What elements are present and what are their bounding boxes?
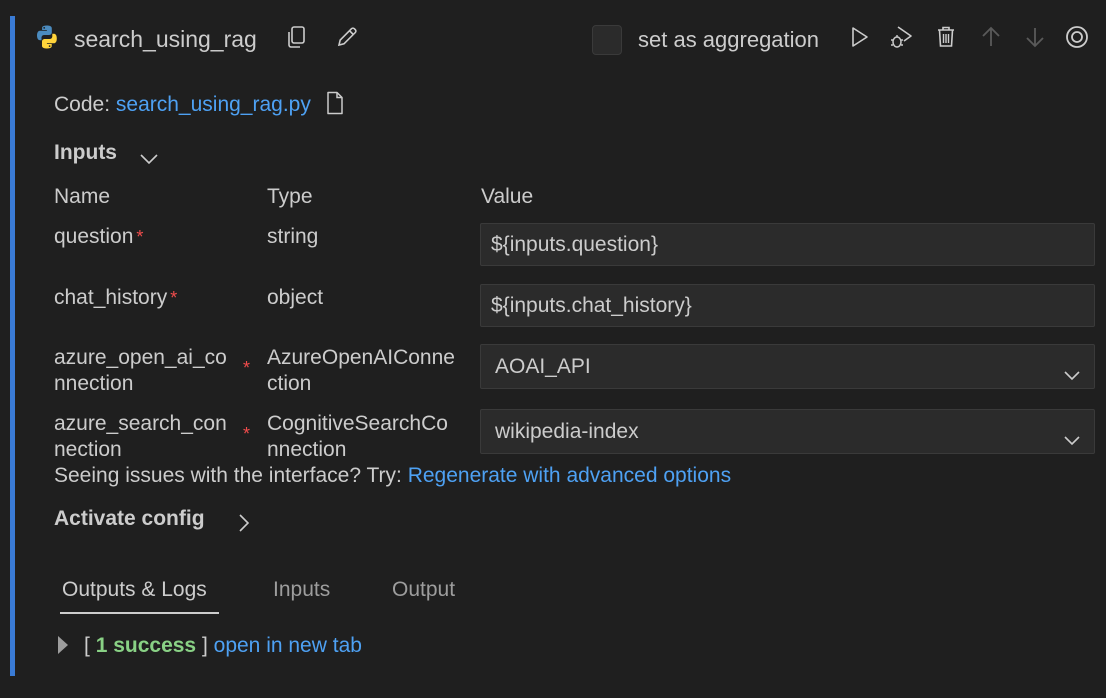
chevron-down-icon[interactable] [138,147,160,169]
azure-search-connection-select[interactable]: wikipedia-index [480,409,1095,454]
question-value-input[interactable]: ${inputs.question} [480,223,1095,266]
move-up-icon[interactable] [978,24,1004,50]
code-label: Code: [54,93,111,116]
input-name-line-1: azure_search_con [54,412,227,435]
code-file-link[interactable]: search_using_rag.py [116,93,311,116]
open-in-new-tab-link[interactable]: open in new tab [214,634,362,657]
aggregation-label: set as aggregation [638,27,820,52]
input-name-line-2: nnection [54,372,134,395]
file-icon[interactable] [325,91,345,115]
column-header-name: Name [54,185,111,208]
debug-run-icon[interactable] [889,24,915,50]
select-value: wikipedia-index [495,420,639,443]
activate-config-title[interactable]: Activate config [54,507,205,531]
copy-icon[interactable] [284,24,310,50]
input-type-line-2: ction [267,372,312,395]
input-type-line-1: CognitiveSearchCo [267,412,448,435]
chevron-down-icon [1062,357,1082,381]
input-name-azure-open-ai-connection: azure_open_ai_co nnection [54,345,227,397]
node-header: search_using_rag set as aggregation [34,20,1094,60]
open-bracket: [ [84,634,90,657]
regenerate-link[interactable]: Regenerate with advanced options [408,464,731,487]
input-name-question: question * [54,224,143,250]
expand-triangle-icon[interactable] [58,636,68,654]
input-name-line-2: nection [54,438,122,461]
tab-inputs[interactable]: Inputs [273,578,330,602]
select-value: AOAI_API [495,355,591,378]
azure-open-ai-connection-select[interactable]: AOAI_API [480,344,1095,389]
delete-trash-icon[interactable] [933,24,959,50]
inputs-section-title[interactable]: Inputs [54,141,117,165]
input-name-azure-search-connection: azure_search_con nection [54,411,227,463]
interface-issue-row: Seeing issues with the interface? Try: R… [54,464,731,488]
chevron-down-icon [1062,422,1082,446]
node-accent-bar [10,16,15,676]
required-marker: * [170,288,178,308]
input-type-question: string [267,225,319,248]
python-icon [34,24,60,50]
target-icon[interactable] [1064,24,1090,50]
input-name-label: chat_history [54,286,168,309]
aggregation-checkbox[interactable] [592,25,622,55]
chat-history-value-input[interactable]: ${inputs.chat_history} [480,284,1095,327]
required-marker: * [136,227,144,247]
input-name-line-1: azure_open_ai_co [54,346,227,369]
input-type-line-1: AzureOpenAIConne [267,346,455,369]
input-name-chat-history: chat_history * [54,285,177,311]
column-header-value: Value [481,185,534,208]
input-type-azure-search-connection: CognitiveSearchCo nnection [267,411,448,463]
result-row: [ 1 success ] open in new tab [58,634,362,658]
input-type-azure-open-ai-connection: AzureOpenAIConne ction [267,345,455,397]
tab-output[interactable]: Output [392,578,455,602]
active-tab-underline [60,612,219,614]
code-row: Code: search_using_rag.py [54,91,345,117]
input-type-chat-history: object [267,286,324,309]
success-count: 1 success [95,634,197,657]
column-header-type: Type [267,185,313,208]
move-down-icon[interactable] [1022,24,1048,50]
run-icon[interactable] [846,24,872,50]
issue-text: Seeing issues with the interface? Try: [54,464,402,487]
edit-pencil-icon[interactable] [334,24,360,50]
tab-outputs-logs[interactable]: Outputs & Logs [62,578,207,602]
required-marker: * [243,424,251,444]
input-name-label: question [54,225,134,248]
chevron-right-icon[interactable] [232,512,254,534]
close-bracket: ] [201,634,208,657]
node-title: search_using_rag [74,26,257,52]
input-type-line-2: nnection [267,438,347,461]
required-marker: * [243,358,251,378]
